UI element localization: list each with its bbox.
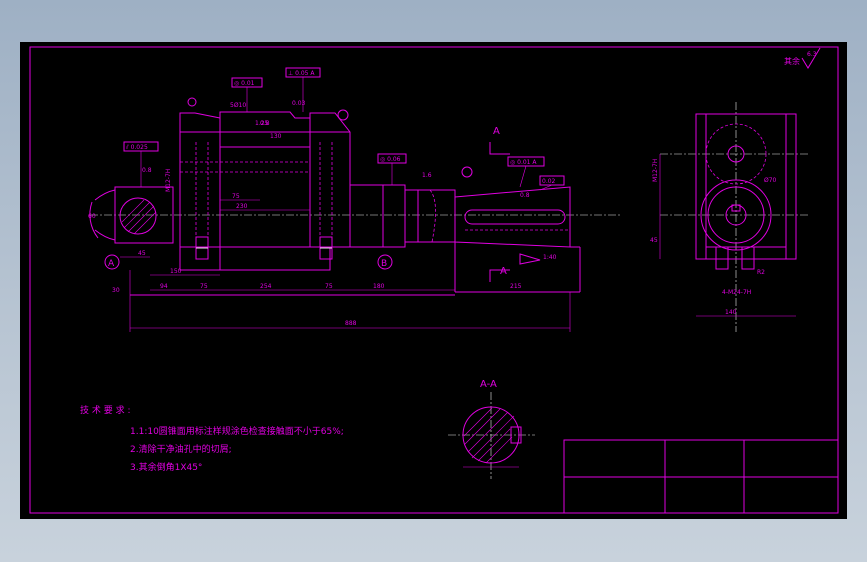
svg-text:1.1:10圆锥面用标注样规涂色检查接触面不小于65%;: 1.1:10圆锥面用标注样规涂色检查接触面不小于65%; [130,425,344,437]
main-body [179,111,351,271]
svg-text:2.清除干净油孔中的切屑;: 2.清除干净油孔中的切屑; [130,443,232,455]
technical-notes: 技 术 要 求 : 1.1:10圆锥面用标注样规涂色检查接触面不小于65%; 2… [80,404,344,473]
svg-text:M12-7H: M12-7H [652,159,659,182]
svg-text:0.02: 0.02 [542,178,556,185]
left-section [119,197,157,235]
svg-text:其余: 其余 [784,56,800,66]
middle-collar [349,184,406,248]
keyway [464,209,566,225]
svg-text:150: 150 [170,268,182,275]
svg-text:A: A [108,259,115,269]
svg-text:45: 45 [138,250,146,257]
svg-text:A: A [493,126,500,137]
svg-text:◎ 0.01 A: ◎ 0.01 A [510,159,537,166]
svg-text:⫽ 0.025: ⫽ 0.025 [125,144,148,151]
front-view: 888 94 75 254 75 180 215 150 45 75 230 1… [88,67,620,332]
svg-text:888: 888 [345,320,357,327]
datum-marker-a: A [104,254,120,270]
datum-marker-b: B [377,254,393,270]
svg-text:技 术 要 求 :: 技 术 要 求 : [80,404,130,416]
svg-text:3.其余倒角1X45°: 3.其余倒角1X45° [130,461,202,473]
title-block [563,439,839,514]
svg-text:Ø70: Ø70 [764,177,777,184]
svg-text:230: 230 [236,203,248,210]
svg-text:1:40: 1:40 [543,254,557,261]
svg-text:B: B [381,259,387,269]
svg-text:A-A: A-A [480,379,497,390]
svg-text:◎ 0.01: ◎ 0.01 [234,80,255,87]
svg-text:4-M24-7H: 4-M24-7H [722,289,751,296]
svg-text:75: 75 [232,193,240,200]
svg-text:0.03: 0.03 [292,100,306,107]
svg-text:⊥ 0.05 A: ⊥ 0.05 A [288,70,315,77]
svg-text:0.8: 0.8 [260,120,270,127]
svg-text:0.8: 0.8 [520,192,530,199]
svg-text:60: 60 [88,213,96,220]
svg-text:75: 75 [200,283,208,290]
drawing-frame [29,46,839,514]
right-taper [454,186,571,248]
svg-text:6.3: 6.3 [807,51,817,58]
svg-text:45: 45 [650,237,658,244]
svg-text:30: 30 [112,287,120,294]
svg-text:180: 180 [373,283,385,290]
svg-text:0.8: 0.8 [142,167,152,174]
roughness-note: 其余 6.3 [784,47,821,69]
svg-text:5Ø10: 5Ø10 [230,102,246,109]
cad-viewport[interactable]: 其余 6.3 888 94 75 254 75 180 215 150 45 7… [20,42,847,519]
svg-text:140: 140 [725,309,737,316]
svg-text:130: 130 [270,133,282,140]
section-a-a: A-A [448,379,535,479]
side-body [695,113,797,260]
svg-text:75: 75 [325,283,333,290]
svg-text:1.6: 1.6 [422,172,432,179]
svg-text:A: A [500,266,507,277]
svg-text:94: 94 [160,283,168,290]
drawing-canvas: 其余 6.3 888 94 75 254 75 180 215 150 45 7… [29,46,839,514]
svg-text:M12-7H: M12-7H [165,169,172,192]
svg-text:215: 215 [510,283,522,290]
svg-text:254: 254 [260,283,272,290]
svg-text:R2: R2 [757,269,765,276]
side-view: M12-7H 4-M24-7H 140 Ø70 R2 45 [650,102,810,332]
svg-text:◎ 0.06: ◎ 0.06 [380,156,401,163]
